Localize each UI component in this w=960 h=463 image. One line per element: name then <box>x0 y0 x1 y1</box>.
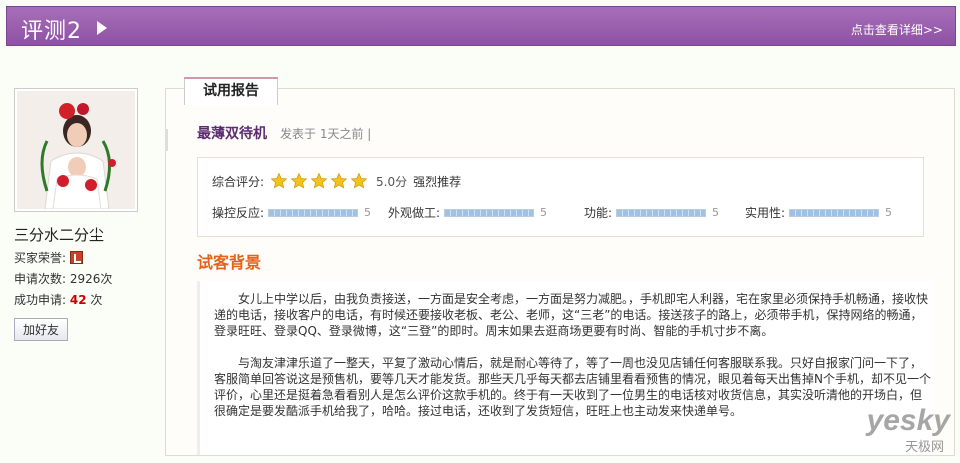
play-arrow-icon <box>97 21 107 35</box>
story-paragraph: 女儿上中学以后，由我负责接送，一方面是安全考虑，一方面是努力减肥。，手机即宅人利… <box>214 292 929 338</box>
star-icon <box>330 172 348 189</box>
apply-count-value: 2926次 <box>69 272 113 286</box>
tab-trial-report[interactable]: 试用报告 <box>184 77 278 105</box>
metric-bar <box>789 208 880 217</box>
overall-rating: 综合评分: 5.0分 强烈推荐 <box>212 172 461 190</box>
metric-function: 功能: 5 <box>584 204 719 221</box>
honor-row: 买家荣誉: <box>14 251 154 266</box>
success-value: 42 <box>69 293 87 307</box>
star-icon <box>310 172 328 189</box>
view-details-link[interactable]: 点击查看详细>> <box>851 21 943 38</box>
header-bar: 评测2 点击查看详细>> <box>6 6 956 46</box>
section-title: 评测2 <box>21 19 82 44</box>
add-friend-button[interactable]: 加好友 <box>14 318 69 341</box>
rating-box: 综合评分: 5.0分 强烈推荐 操控反应: 5 外观做工: 5 功能: 5 实用… <box>197 157 924 237</box>
rating-stars <box>270 172 370 190</box>
star-icon <box>290 172 308 189</box>
honor-label: 买家荣誉: <box>14 251 67 265</box>
success-unit: 次 <box>90 293 103 307</box>
metric-label: 外观做工: <box>388 206 441 220</box>
apply-count-row: 申请次数: 2926次 <box>14 272 154 287</box>
metric-label: 实用性: <box>745 206 786 220</box>
divider <box>165 129 168 151</box>
success-row: 成功申请: 42 次 <box>14 293 154 308</box>
star-icon <box>350 172 368 189</box>
metric-label: 功能: <box>584 206 613 220</box>
overall-label: 综合评分: <box>212 174 265 189</box>
metric-practicality: 实用性: 5 <box>745 204 892 221</box>
metric-value: 5 <box>540 206 548 219</box>
user-panel: 三分水二分尘 买家荣誉: 申请次数: 2926次 成功申请: 42 次 加好友 <box>14 88 154 341</box>
metric-value: 5 <box>885 206 893 219</box>
metric-value: 5 <box>712 206 720 219</box>
metric-bar <box>444 208 535 217</box>
metric-label: 操控反应: <box>212 206 265 220</box>
user-name[interactable]: 三分水二分尘 <box>14 224 154 245</box>
metric-bar <box>268 208 359 217</box>
recommend-text: 强烈推荐 <box>413 174 462 189</box>
yesky-logo: yesky 天极网 <box>866 404 950 456</box>
background-heading: 试客背景 <box>197 253 262 272</box>
apply-count-label: 申请次数: <box>14 272 67 286</box>
metric-bar <box>616 208 707 217</box>
user-avatar[interactable] <box>14 88 138 212</box>
story-paragraph: 与淘友津津乐道了一整天，平复了激动心情后，就是耐心等待了，等了一周也没见店铺任何… <box>214 356 931 418</box>
metric-ratings: 操控反应: 5 外观做工: 5 功能: 5 实用性: 5 <box>212 204 913 220</box>
star-icon <box>270 172 288 189</box>
posted-time: 发表于 1天之前 | <box>280 127 372 141</box>
success-label: 成功申请: <box>14 293 67 307</box>
logo-subtitle: 天极网 <box>904 440 944 455</box>
logo-wordmark: yesky <box>866 404 950 437</box>
honor-badge-icon <box>69 251 83 264</box>
metric-value: 5 <box>364 206 372 219</box>
metric-appearance: 外观做工: 5 <box>388 204 547 221</box>
product-name[interactable]: 最薄双待机 <box>197 123 267 143</box>
story-text: 女儿上中学以后，由我负责接送，一方面是安全考虑，一方面是努力减肥。，手机即宅人利… <box>197 281 932 455</box>
overall-score: 5.0分 <box>376 174 408 189</box>
metric-control: 操控反应: 5 <box>212 204 371 221</box>
trial-report-card: 试用报告 最薄双待机 发表于 1天之前 | 综合评分: 5.0分 强烈推荐 操控… <box>165 77 955 456</box>
